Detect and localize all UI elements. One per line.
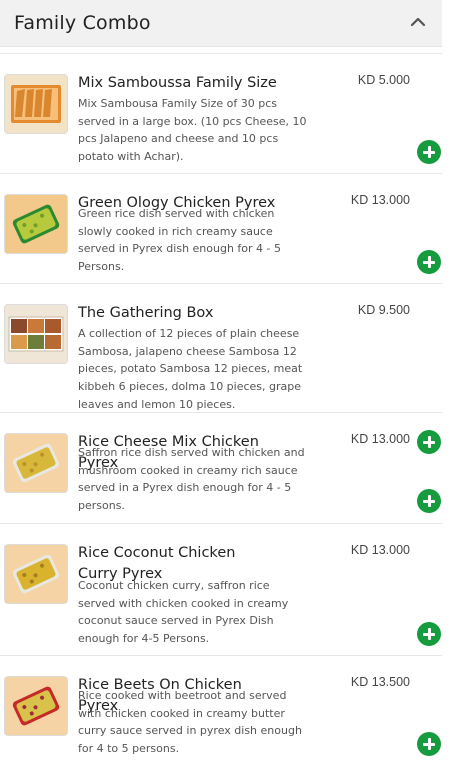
gathering-box-image <box>4 304 68 364</box>
beet-rice-pyrex-image <box>4 676 68 736</box>
section-title: Family Combo <box>14 12 151 34</box>
add-to-cart-button[interactable] <box>417 250 441 274</box>
menu-item[interactable]: Rice Coconut Chicken Curry Pyrex KD 13.0… <box>0 523 442 656</box>
item-description: Saffron rice dish served with chicken an… <box>78 446 305 513</box>
item-price: KD 9.500 <box>357 303 410 317</box>
add-to-cart-button[interactable] <box>417 622 441 646</box>
menu-item[interactable]: The Gathering Box KD 9.500 A collection … <box>0 283 442 454</box>
saffron-rice-pyrex-image <box>4 433 68 493</box>
item-price: KD 13.000 <box>350 432 410 446</box>
item-description: A collection of 12 pieces of plain chees… <box>78 327 303 411</box>
item-price: KD 5.000 <box>357 73 410 87</box>
item-name[interactable]: Mix Samboussa Family Size <box>78 73 278 94</box>
add-to-cart-button[interactable] <box>417 732 441 756</box>
menu-item[interactable]: Green Ology Chicken Pyrex KD 13.000 Gree… <box>0 173 442 284</box>
item-price: KD 13.000 <box>350 193 410 207</box>
menu-item[interactable]: Rice Beets On Chicken Pyrex KD 13.500 Ri… <box>0 655 442 766</box>
item-name[interactable]: The Gathering Box <box>78 303 278 324</box>
item-description: Green rice dish served with chicken slow… <box>78 207 282 274</box>
menu-item[interactable]: Rice Cheese Mix Chicken Pyrex KD 13.000 … <box>0 412 442 523</box>
add-to-cart-button[interactable] <box>417 140 441 164</box>
add-to-cart-button[interactable] <box>417 489 441 513</box>
section-header[interactable]: Family Combo <box>0 0 442 47</box>
green-rice-pyrex-image <box>4 194 68 254</box>
item-price: KD 13.500 <box>350 675 410 689</box>
menu-item[interactable]: Mix Samboussa Family Size KD 5.000 Mix S… <box>0 53 442 164</box>
coconut-curry-pyrex-image <box>4 544 68 604</box>
samboussa-box-image <box>4 74 68 134</box>
chevron-up-icon[interactable] <box>408 14 428 30</box>
item-description: Mix Sambousa Family Size of 30 pcs serve… <box>78 97 307 164</box>
item-description: Coconut chicken curry, saffron rice serv… <box>78 579 289 646</box>
item-price: KD 13.000 <box>350 543 410 557</box>
item-description: Rice cooked with beetroot and served wit… <box>78 689 302 756</box>
